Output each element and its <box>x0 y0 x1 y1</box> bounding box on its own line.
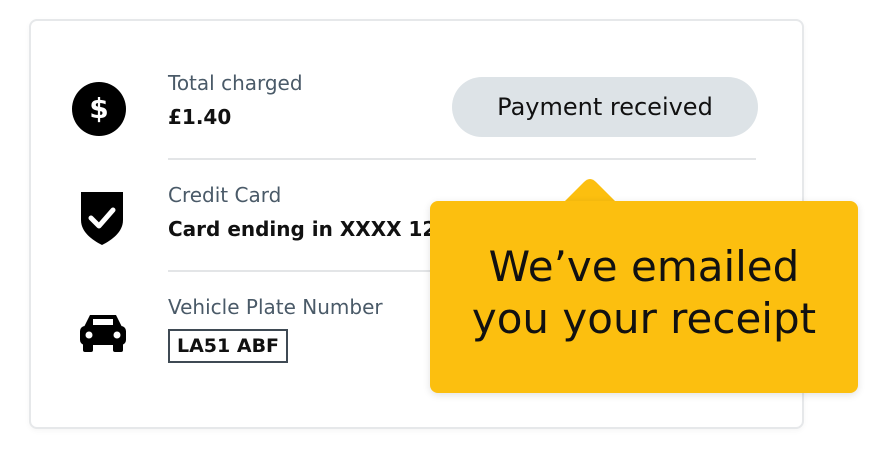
divider <box>168 158 756 160</box>
total-charged-value: £1.40 <box>168 105 232 129</box>
receipt-emailed-tooltip: We’ve emailed you your receipt <box>430 201 858 393</box>
car-icon <box>80 315 126 352</box>
credit-card-label: Credit Card <box>168 183 282 207</box>
dollar-circle-icon: $ <box>72 82 126 136</box>
tooltip-message: We’ve emailed you your receipt <box>430 241 858 345</box>
tooltip-line-1: We’ve emailed <box>488 242 800 291</box>
payment-status-badge: Payment received <box>452 77 758 137</box>
total-charged-label: Total charged <box>168 71 303 95</box>
vehicle-plate-label: Vehicle Plate Number <box>168 295 383 319</box>
tooltip-arrow <box>562 179 618 204</box>
shield-check-icon <box>81 192 123 245</box>
tooltip-line-2: you your receipt <box>471 294 817 343</box>
card-ending-value: Card ending in XXXX 123 <box>168 217 451 241</box>
vehicle-plate-value: LA51 ABF <box>168 329 289 363</box>
svg-text:$: $ <box>89 92 108 125</box>
